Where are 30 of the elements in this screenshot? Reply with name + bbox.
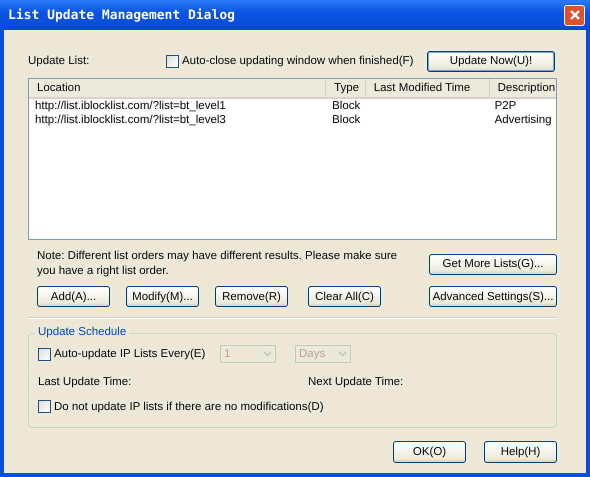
column-header[interactable]: Location [29, 79, 326, 97]
auto-update-checkbox[interactable]: Auto-update IP Lists Every(E) [38, 348, 210, 360]
location-cell-text: http://list.iblocklist.com/?list=bt_level3 [34, 114, 227, 126]
note-text: Note: Different list orders may have different results. Please make sure you have a right list order. [37, 249, 398, 279]
close-icon [568, 9, 580, 21]
get-more-lists-button[interactable]: Get More Lists(G)... [429, 254, 557, 274]
auto-close-checkbox[interactable]: Auto-close updating window when finished(F) [166, 54, 427, 68]
list-action-button[interactable]: Modify(M)... [126, 286, 199, 307]
update-now-button[interactable]: Update Now(U)! [427, 50, 555, 72]
column-header[interactable]: Last Modified Time [366, 79, 490, 97]
description-cell-text: Advertising [494, 114, 552, 126]
description-cell-text: P2P [494, 100, 518, 112]
list-action-button[interactable]: Add(A)... [37, 286, 110, 307]
list-action-button[interactable]: Clear All(C) [308, 286, 381, 307]
group-title: Update Schedule [35, 326, 130, 338]
skip-unmodified-checkbox[interactable]: Do not update IP lists if there are no modifications(D) [38, 400, 547, 413]
update-list-label: Update List: [28, 55, 90, 67]
dialog-button[interactable]: OK(O) [393, 441, 466, 463]
last-update-label: Last Update Time: [38, 376, 132, 388]
type-cell-text: Block [331, 100, 362, 112]
advanced-settings-button[interactable]: Advanced Settings(S)... [429, 286, 557, 307]
close-button[interactable] [564, 4, 585, 26]
window-title: List Update Management Dialog [8, 8, 235, 22]
next-update-label: Next Update Time: [308, 376, 404, 388]
list-action-button[interactable]: Remove(R) [215, 286, 288, 307]
column-header[interactable]: Type [326, 79, 366, 97]
location-cell-text: http://list.iblocklist.com/?list=bt_level1 [34, 100, 227, 112]
column-header[interactable]: Description [490, 79, 556, 97]
dialog-button[interactable]: Help(H) [484, 441, 557, 463]
type-cell-text: Block [331, 114, 362, 126]
